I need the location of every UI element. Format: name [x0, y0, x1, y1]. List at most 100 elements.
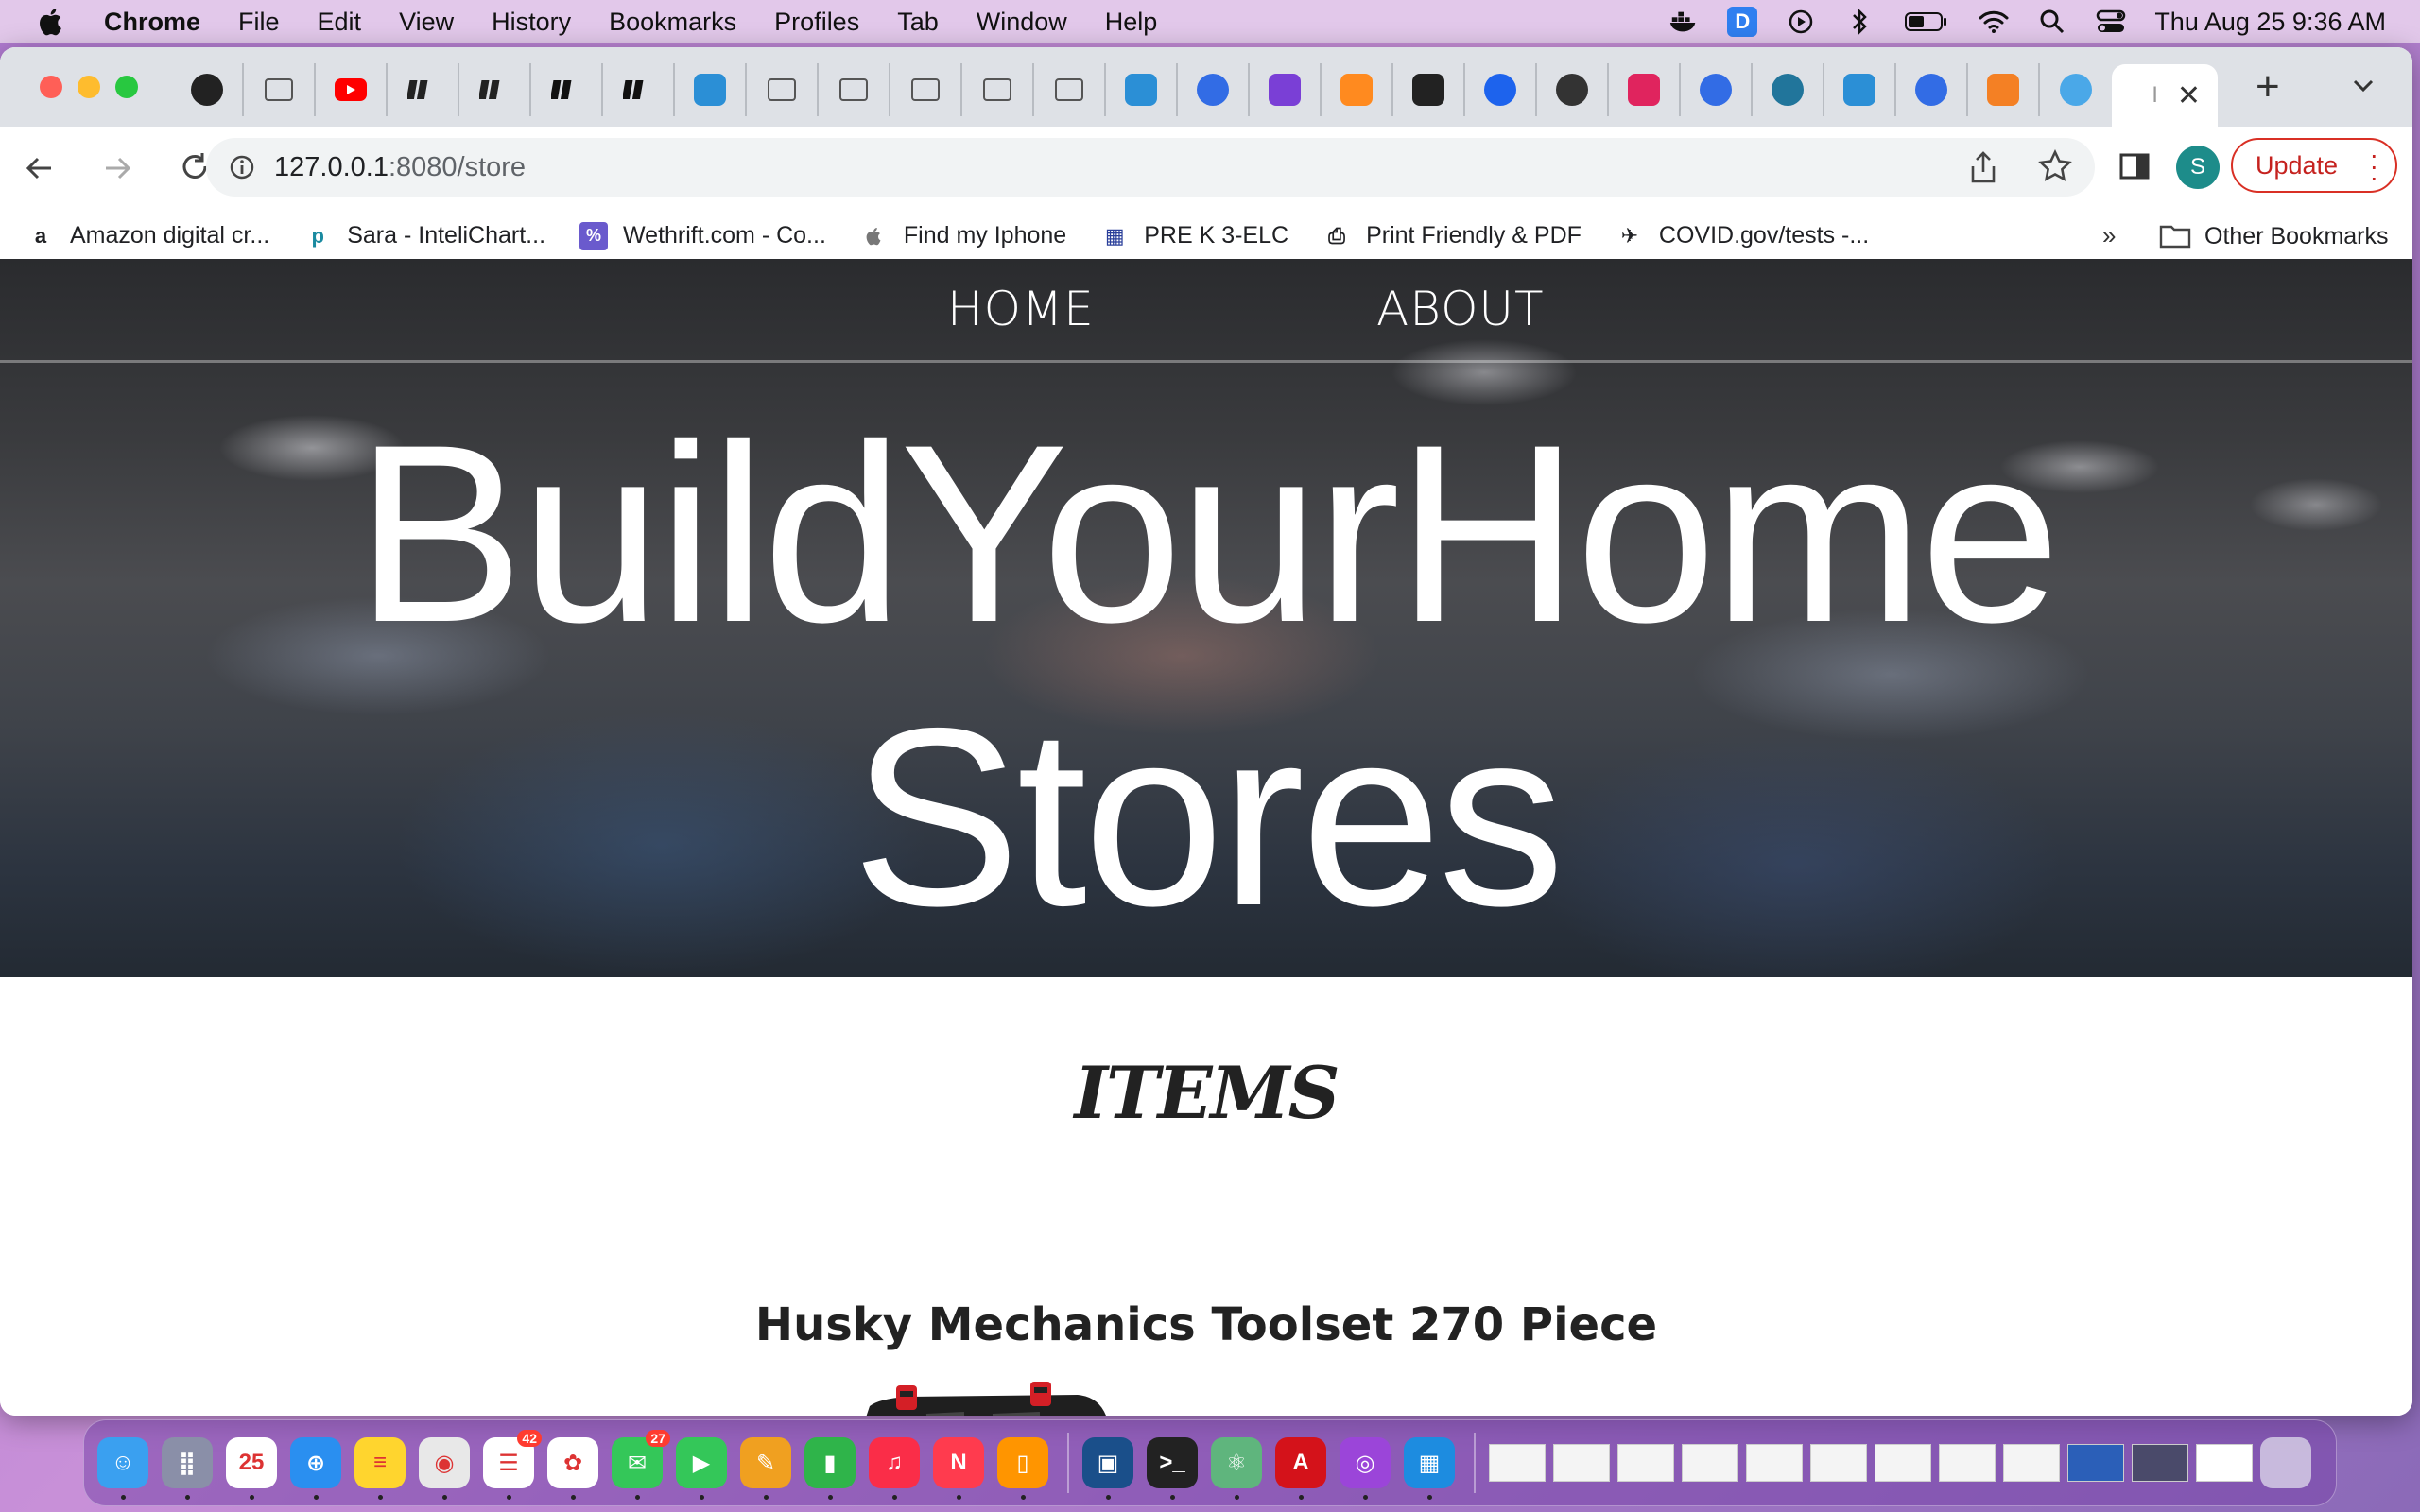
menu-clock[interactable]: Thu Aug 25 9:36 AM [2154, 8, 2386, 37]
docker-status-icon[interactable] [1668, 7, 1699, 37]
menu-window[interactable]: Window [977, 8, 1067, 37]
acrobat-icon[interactable]: A [1275, 1437, 1326, 1500]
facetime-icon[interactable]: ▶ [676, 1437, 727, 1500]
other-bookmarks-folder[interactable]: Other Bookmarks [2159, 210, 2389, 263]
browser-tab[interactable] [1753, 63, 1824, 116]
browser-tab[interactable] [1824, 63, 1896, 116]
close-window-button[interactable] [40, 76, 62, 98]
bookmark-item[interactable]: p Sara - InteliChart... [303, 222, 545, 250]
close-tab-icon[interactable]: ✕ [2177, 79, 2201, 112]
virtualbox-icon[interactable]: ▣ [1082, 1437, 1133, 1500]
back-arrow-icon[interactable] [21, 149, 59, 187]
share-icon[interactable] [1966, 149, 2000, 185]
update-button[interactable]: Update · · · [2231, 138, 2397, 193]
books-app-icon[interactable]: ▯ [997, 1437, 1048, 1500]
forward-arrow-icon[interactable] [98, 149, 136, 187]
bluetooth-icon[interactable] [1844, 7, 1875, 37]
browser-tab[interactable] [459, 63, 531, 116]
zoom-window-button[interactable] [115, 76, 138, 98]
browser-tab[interactable] [1681, 63, 1753, 116]
nav-about-link[interactable]: ABOUT [1376, 282, 1545, 336]
browser-tab[interactable] [172, 63, 244, 116]
browser-tab[interactable] [2040, 63, 2112, 116]
new-tab-button[interactable]: + [2256, 63, 2280, 111]
menu-tab[interactable]: Tab [897, 8, 939, 37]
spotlight-search-icon[interactable] [2037, 7, 2067, 37]
bookmark-item[interactable]: ▦ PRE K 3-ELC [1100, 222, 1288, 250]
wifi-icon[interactable] [1979, 7, 2009, 37]
active-tab[interactable]: I ✕ [2112, 64, 2218, 127]
minimized-window-thumbnail[interactable] [2067, 1444, 2124, 1482]
minimized-window-thumbnail[interactable] [1939, 1444, 1996, 1482]
menu-help[interactable]: Help [1105, 8, 1158, 37]
minimized-window-thumbnail[interactable] [1810, 1444, 1867, 1482]
reminders-icon[interactable]: ☰ 42 [483, 1430, 542, 1500]
safari-icon[interactable]: ⊕ [290, 1437, 341, 1500]
browser-tab[interactable] [244, 63, 316, 116]
battery-icon[interactable] [1903, 7, 1950, 37]
menu-view[interactable]: View [399, 8, 454, 37]
browser-tab[interactable] [890, 63, 962, 116]
browser-tab[interactable] [1106, 63, 1178, 116]
bookmark-item[interactable]: % Wethrift.com - Co... [579, 221, 826, 250]
docker-app-icon[interactable]: ▦ [1404, 1437, 1455, 1500]
bookmarks-overflow-chevron[interactable]: » [2102, 221, 2116, 250]
browser-tab[interactable] [675, 63, 747, 116]
browser-tab[interactable] [1178, 63, 1250, 116]
chrome-icon[interactable]: ◉ [419, 1437, 470, 1500]
browser-tab[interactable] [1465, 63, 1537, 116]
menu-history[interactable]: History [492, 8, 571, 37]
tab-search-chevron-icon[interactable] [2346, 68, 2380, 102]
more-menu-icon[interactable]: · · · [2370, 142, 2378, 191]
calendar-icon[interactable]: 25 [226, 1437, 277, 1500]
menu-edit[interactable]: Edit [318, 8, 362, 37]
menu-app-name[interactable]: Chrome [104, 8, 200, 37]
browser-tab[interactable] [388, 63, 459, 116]
menu-file[interactable]: File [238, 8, 280, 37]
toolset-product-image[interactable] [851, 1378, 1115, 1416]
minimized-window-thumbnail[interactable] [1875, 1444, 1931, 1482]
podcasts-icon[interactable]: ◎ [1340, 1437, 1391, 1500]
apple-logo-icon[interactable] [36, 6, 68, 38]
play-circle-icon[interactable] [1786, 7, 1816, 37]
atom-icon[interactable]: ⚛ [1211, 1437, 1262, 1500]
browser-tab[interactable] [531, 63, 603, 116]
browser-tab[interactable] [819, 63, 890, 116]
browser-tab[interactable] [1393, 63, 1465, 116]
browser-tab[interactable] [1322, 63, 1393, 116]
news-icon[interactable]: N [933, 1437, 984, 1500]
browser-tab[interactable] [747, 63, 819, 116]
minimized-window-thumbnail[interactable] [1746, 1444, 1803, 1482]
profile-avatar[interactable]: S [2176, 146, 2220, 189]
browser-tab[interactable] [603, 63, 675, 116]
minimized-window-thumbnail[interactable] [1617, 1444, 1674, 1482]
menu-profiles[interactable]: Profiles [774, 8, 859, 37]
product-title[interactable]: Husky Mechanics Toolset 270 Piece [0, 1298, 2412, 1351]
browser-tab[interactable] [1537, 63, 1609, 116]
side-panel-icon[interactable] [2118, 149, 2152, 183]
minimized-window-thumbnail[interactable] [2132, 1444, 2188, 1482]
bookmark-star-icon[interactable] [2038, 149, 2072, 183]
music-icon[interactable]: ♫ [869, 1437, 920, 1500]
bookmark-item[interactable]: Find my Iphone [860, 222, 1066, 250]
control-center-icon[interactable] [2096, 7, 2126, 37]
pages-icon[interactable]: ✎ [740, 1437, 791, 1500]
minimize-window-button[interactable] [78, 76, 100, 98]
messages-icon[interactable]: ✉ 27 [612, 1430, 670, 1500]
launchpad-icon[interactable]: ⣿ [162, 1437, 213, 1500]
nav-home-link[interactable]: HOME [947, 282, 1095, 336]
browser-tab[interactable] [962, 63, 1034, 116]
menu-bookmarks[interactable]: Bookmarks [609, 8, 736, 37]
bookmark-item[interactable]: ✈ COVID.gov/tests -... [1616, 222, 1870, 250]
browser-tab[interactable] [1968, 63, 2040, 116]
browser-tab[interactable] [1609, 63, 1681, 116]
url-text[interactable]: 127.0.0.1:8080/store [274, 152, 526, 183]
browser-tab[interactable] [1250, 63, 1322, 116]
minimized-window-thumbnail[interactable] [1489, 1444, 1546, 1482]
numbers-icon[interactable]: ▮ [804, 1437, 856, 1500]
finder-icon[interactable]: ☺ [97, 1437, 148, 1500]
browser-tab[interactable] [1034, 63, 1106, 116]
browser-tab[interactable] [1896, 63, 1968, 116]
site-info-icon[interactable] [229, 154, 255, 180]
minimized-window-thumbnail[interactable] [1682, 1444, 1738, 1482]
